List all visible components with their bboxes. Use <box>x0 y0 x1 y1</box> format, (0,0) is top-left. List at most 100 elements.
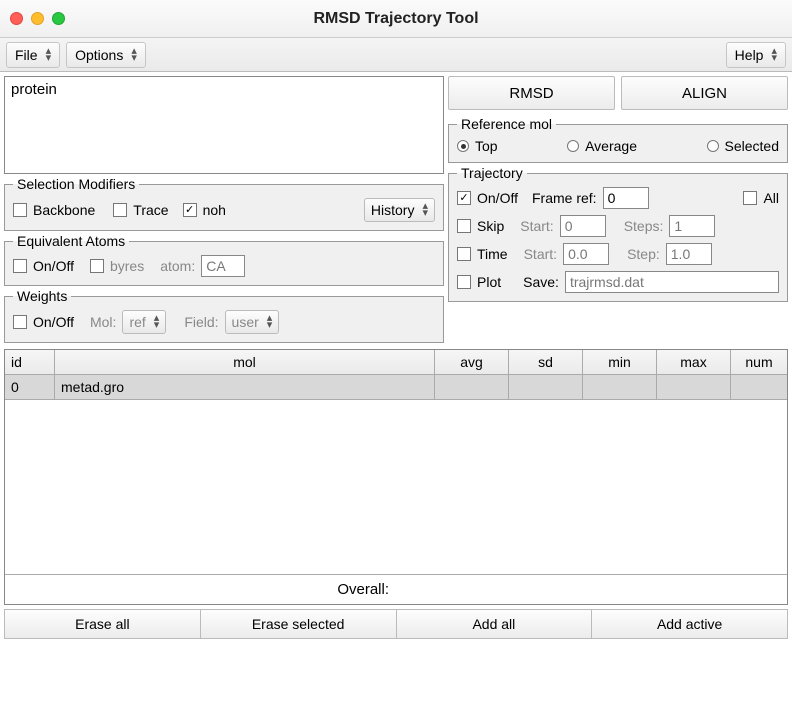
trace-label: Trace <box>133 202 168 218</box>
menu-help[interactable]: Help ▴▾ <box>726 42 786 68</box>
window-title: RMSD Trajectory Tool <box>0 10 792 28</box>
equivalent-atoms-legend: Equivalent Atoms <box>13 233 129 249</box>
frame-ref-label: Frame ref: <box>532 190 597 206</box>
traj-plot-label: Plot <box>477 274 501 290</box>
traj-time-checkbox[interactable] <box>457 247 471 261</box>
add-all-button[interactable]: Add all <box>397 609 593 639</box>
weights-fieldset: Weights On/Off Mol: ref ▴▾ Field: user ▴… <box>4 288 444 343</box>
traj-time-start-input[interactable] <box>563 243 609 265</box>
traj-all-checkbox[interactable] <box>743 191 757 205</box>
frame-ref-input[interactable] <box>603 187 649 209</box>
menubar: File ▴▾ Options ▴▾ Help ▴▾ <box>0 38 792 72</box>
th-mol[interactable]: mol <box>55 350 435 374</box>
trajectory-fieldset: Trajectory On/Off Frame ref: All Skip St… <box>448 165 788 302</box>
weights-mol-combo[interactable]: ref ▴▾ <box>122 310 166 334</box>
traj-steps-input[interactable] <box>669 215 715 237</box>
erase-all-button[interactable]: Erase all <box>4 609 201 639</box>
td-sd <box>509 375 583 399</box>
weights-field-label: Field: <box>184 314 218 330</box>
weights-mol-value: ref <box>129 314 145 330</box>
weights-onoff-checkbox[interactable] <box>13 315 27 329</box>
equiv-atom-input[interactable] <box>201 255 245 277</box>
noh-label: noh <box>203 202 226 218</box>
refmol-average-label: Average <box>585 138 637 154</box>
add-all-label: Add all <box>472 616 515 632</box>
history-combo[interactable]: History ▴▾ <box>364 198 435 222</box>
results-table: id mol avg sd min max num 0 metad.gro Ov… <box>4 349 788 605</box>
stepper-icon: ▴▾ <box>131 48 137 62</box>
refmol-top-radio[interactable] <box>457 140 469 152</box>
traj-time-label: Time <box>477 246 508 262</box>
menu-file-label: File <box>15 47 38 63</box>
refmol-selected-radio[interactable] <box>707 140 719 152</box>
erase-selected-button[interactable]: Erase selected <box>201 609 397 639</box>
align-button[interactable]: ALIGN <box>621 76 788 110</box>
history-combo-label: History <box>371 202 415 218</box>
traj-steps-label: Steps: <box>624 218 664 234</box>
align-button-label: ALIGN <box>682 85 727 102</box>
stepper-icon: ▴▾ <box>154 315 160 329</box>
rmsd-button[interactable]: RMSD <box>448 76 615 110</box>
menu-help-label: Help <box>735 47 764 63</box>
traj-save-label: Save: <box>523 274 559 290</box>
traj-step-input[interactable] <box>666 243 712 265</box>
traj-skip-checkbox[interactable] <box>457 219 471 233</box>
weights-field-combo[interactable]: user ▴▾ <box>225 310 280 334</box>
equiv-atom-label: atom: <box>160 258 195 274</box>
equiv-byres-checkbox[interactable] <box>90 259 104 273</box>
selection-modifiers-fieldset: Selection Modifiers Backbone Trace noh H… <box>4 176 444 231</box>
rmsd-button-label: RMSD <box>509 85 553 102</box>
traj-skip-label: Skip <box>477 218 504 234</box>
refmol-selected-label: Selected <box>725 138 779 154</box>
menu-options-label: Options <box>75 47 123 63</box>
backbone-checkbox[interactable] <box>13 203 27 217</box>
add-active-button[interactable]: Add active <box>592 609 788 639</box>
td-avg <box>435 375 509 399</box>
selection-textarea[interactable] <box>4 76 444 174</box>
traj-start-input[interactable] <box>560 215 606 237</box>
weights-mol-label: Mol: <box>90 314 116 330</box>
equiv-onoff-checkbox[interactable] <box>13 259 27 273</box>
trajectory-legend: Trajectory <box>457 165 527 181</box>
equiv-onoff-label: On/Off <box>33 258 74 274</box>
stepper-icon: ▴▾ <box>46 48 52 62</box>
th-max[interactable]: max <box>657 350 731 374</box>
noh-checkbox[interactable] <box>183 203 197 217</box>
traj-plot-checkbox[interactable] <box>457 275 471 289</box>
th-avg[interactable]: avg <box>435 350 509 374</box>
bottom-button-bar: Erase all Erase selected Add all Add act… <box>4 609 788 639</box>
traj-time-start-label: Start: <box>524 246 557 262</box>
table-body: 0 metad.gro <box>5 375 787 574</box>
td-max <box>657 375 731 399</box>
th-id[interactable]: id <box>5 350 55 374</box>
selection-modifiers-legend: Selection Modifiers <box>13 176 139 192</box>
td-num <box>731 375 787 399</box>
menu-options[interactable]: Options ▴▾ <box>66 42 146 68</box>
stepper-icon: ▴▾ <box>422 203 428 217</box>
equiv-byres-label: byres <box>110 258 144 274</box>
td-id: 0 <box>5 375 55 399</box>
menu-file[interactable]: File ▴▾ <box>6 42 60 68</box>
erase-selected-label: Erase selected <box>252 616 345 632</box>
td-min <box>583 375 657 399</box>
stepper-icon: ▴▾ <box>267 315 273 329</box>
th-num[interactable]: num <box>731 350 787 374</box>
weights-field-value: user <box>232 314 259 330</box>
stepper-icon: ▴▾ <box>771 48 777 62</box>
backbone-label: Backbone <box>33 202 95 218</box>
table-row[interactable]: 0 metad.gro <box>5 375 787 400</box>
th-sd[interactable]: sd <box>509 350 583 374</box>
table-header: id mol avg sd min max num <box>5 350 787 375</box>
traj-all-label: All <box>763 190 779 206</box>
traj-onoff-checkbox[interactable] <box>457 191 471 205</box>
refmol-average-radio[interactable] <box>567 140 579 152</box>
trace-checkbox[interactable] <box>113 203 127 217</box>
equivalent-atoms-fieldset: Equivalent Atoms On/Off byres atom: <box>4 233 444 286</box>
reference-mol-legend: Reference mol <box>457 116 556 132</box>
traj-save-input[interactable] <box>565 271 779 293</box>
weights-legend: Weights <box>13 288 71 304</box>
table-footer: Overall: <box>5 574 787 604</box>
weights-onoff-label: On/Off <box>33 314 74 330</box>
add-active-label: Add active <box>657 616 722 632</box>
th-min[interactable]: min <box>583 350 657 374</box>
